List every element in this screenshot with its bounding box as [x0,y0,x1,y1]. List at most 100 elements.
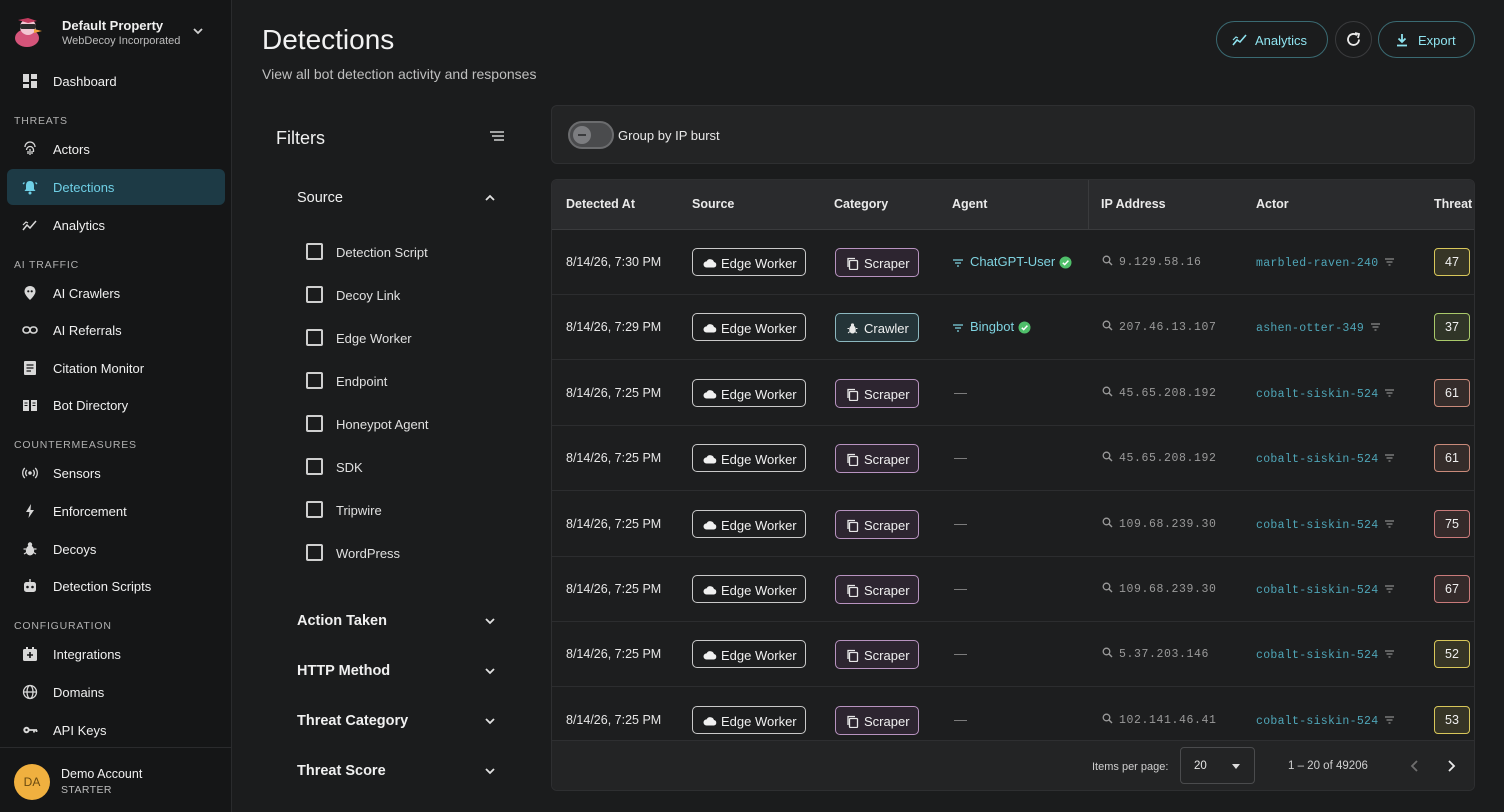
sidebar-item-actors[interactable]: Actors [7,131,225,167]
page-subtitle: View all bot detection activity and resp… [262,66,537,82]
filter-checkbox[interactable] [306,415,323,432]
sidebar-item-label: AI Referrals [53,323,122,338]
chevron-down-icon[interactable] [483,614,497,628]
column-header-ip-address[interactable]: IP Address [1101,197,1166,211]
table-row[interactable]: 8/14/26, 7:30 PM Edge Worker Scraper ChatGP… [552,230,1474,295]
sidebar-item-detection-scripts[interactable]: Detection Scripts [7,568,225,604]
chevron-down-icon[interactable] [483,764,497,778]
copy-icon [847,584,859,597]
actor-link[interactable]: ashen-otter-349 [1256,322,1381,335]
agent-link[interactable]: ChatGPT-User [952,254,1072,269]
column-header-actor[interactable]: Actor [1256,197,1289,211]
agent-name: Bingbot [970,319,1015,335]
table-row[interactable]: 8/14/26, 7:29 PM Edge Worker Crawler Bingbo… [552,295,1474,361]
table-row[interactable]: 8/14/26, 7:25 PM Edge Worker Scraper — 45.65… [552,361,1474,426]
refresh-button[interactable] [1335,21,1372,58]
filter-checkbox[interactable] [306,286,323,303]
column-header-category[interactable]: Category [834,197,888,211]
table-row[interactable]: 8/14/26, 7:25 PM Edge Worker Scraper — 109.6… [552,492,1474,557]
chevron-up-icon[interactable] [483,191,497,205]
account-name: Demo Account [61,767,143,781]
sidebar-item-citation-monitor[interactable]: Citation Monitor [7,350,225,386]
filter-checkbox[interactable] [306,243,323,260]
ip-address[interactable]: 102.141.46.41 [1102,713,1217,727]
category-badge: Scraper [835,509,919,539]
filter-checkbox[interactable] [306,501,323,518]
filter-checkbox[interactable] [306,372,323,389]
actor-link[interactable]: cobalt-siskin-524 [1256,519,1395,532]
table-row[interactable]: 8/14/26, 7:25 PM Edge Worker Scraper — 5.37.… [552,622,1474,688]
table-row[interactable]: 8/14/26, 7:25 PM Edge Worker Scraper — 109.6… [552,557,1474,622]
filter-section-threat-category[interactable]: Threat Category [297,713,408,729]
sidebar-item-enforcement[interactable]: Enforcement [7,493,225,529]
filter-option-label[interactable]: Detection Script [336,245,428,260]
analytics-button[interactable]: Analytics [1216,21,1328,58]
column-header-threat[interactable]: Threat [1434,197,1472,211]
actor-link[interactable]: cobalt-siskin-524 [1256,584,1395,597]
account-menu[interactable]: DA Demo Account STARTER [0,747,232,812]
filter-option-label[interactable]: Tripwire [336,503,382,518]
filter-option-label[interactable]: SDK [336,460,363,475]
column-header-agent[interactable]: Agent [952,197,987,211]
filter-option-label[interactable]: Honeypot Agent [336,417,429,432]
filter-section-action-taken[interactable]: Action Taken [297,613,387,629]
agent-link[interactable]: Bingbot [952,319,1031,334]
previous-page-icon[interactable] [1408,758,1422,774]
sidebar-item-ai-referrals[interactable]: AI Referrals [7,312,225,348]
ip-address[interactable]: 207.46.13.107 [1102,320,1217,334]
filter-list-icon[interactable] [488,130,506,144]
filter-option-label[interactable]: WordPress [336,546,400,561]
filter-checkbox[interactable] [306,544,323,561]
sidebar-item-dashboard[interactable]: Dashboard [7,63,225,99]
sidebar-item-detections[interactable]: Detections [7,169,225,205]
actor-link[interactable]: cobalt-siskin-524 [1256,453,1395,466]
ip-address[interactable]: 109.68.239.30 [1102,517,1217,531]
sidebar-item-domains[interactable]: Domains [7,674,225,710]
items-per-page-select[interactable]: 20 [1180,747,1255,784]
filter-section-source[interactable]: Source [297,190,343,206]
ip-address[interactable]: 45.65.208.192 [1102,451,1217,465]
actor-link[interactable]: cobalt-siskin-524 [1256,388,1395,401]
export-button[interactable]: Export [1378,21,1475,58]
category-badge: Scraper [835,444,919,474]
actor-link[interactable]: marbled-raven-240 [1256,257,1395,270]
sidebar-item-decoys[interactable]: Decoys [7,531,225,567]
property-switcher[interactable]: Default Property WebDecoy Incorporated [0,0,232,64]
column-header-detected-at[interactable]: Detected At [566,197,635,211]
ip-address[interactable]: 5.37.203.146 [1102,647,1209,661]
section-header-configuration: CONFIGURATION [14,620,112,632]
account-plan: STARTER [61,784,112,796]
table-row[interactable]: 8/14/26, 7:25 PM Edge Worker Scraper — 45.65… [552,426,1474,492]
sidebar-item-sensors[interactable]: Sensors [7,455,225,491]
ip-address[interactable]: 109.68.239.30 [1102,582,1217,596]
ip-address[interactable]: 45.65.208.192 [1102,386,1217,400]
actor-name: cobalt-siskin-524 [1256,714,1379,728]
cloud-icon [703,389,717,399]
source-label: Edge Worker [721,386,797,402]
group-by-ip-toggle[interactable] [568,121,614,149]
actor-link[interactable]: cobalt-siskin-524 [1256,649,1395,662]
actor-link[interactable]: cobalt-siskin-524 [1256,715,1395,728]
refresh-icon [1347,32,1361,46]
sidebar-item-api-keys[interactable]: API Keys [7,712,225,748]
filter-checkbox[interactable] [306,329,323,346]
column-header-source[interactable]: Source [692,197,734,211]
filter-option-label[interactable]: Edge Worker [336,331,412,346]
filter-option-label[interactable]: Decoy Link [336,288,400,303]
chevron-down-icon[interactable] [483,664,497,678]
chevron-down-icon[interactable] [483,714,497,728]
detected-at: 8/14/26, 7:25 PM [566,385,662,400]
agent-empty: — [954,450,967,466]
sidebar-item-bot-directory[interactable]: Bot Directory [7,387,225,423]
filter-option-label[interactable]: Endpoint [336,374,387,389]
sidebar-item-analytics[interactable]: Analytics [7,207,225,243]
sidebar-item-integrations[interactable]: Integrations [7,636,225,672]
filter-checkbox[interactable] [306,458,323,475]
filter-section-threat-score[interactable]: Threat Score [297,763,386,779]
cloud-icon [703,324,717,333]
filter-section-http-method[interactable]: HTTP Method [297,663,390,679]
ip-address[interactable]: 9.129.58.16 [1102,255,1202,269]
sidebar-item-ai-crawlers[interactable]: AI Crawlers [7,275,225,311]
next-page-icon[interactable] [1444,758,1458,774]
copy-icon [847,388,859,401]
